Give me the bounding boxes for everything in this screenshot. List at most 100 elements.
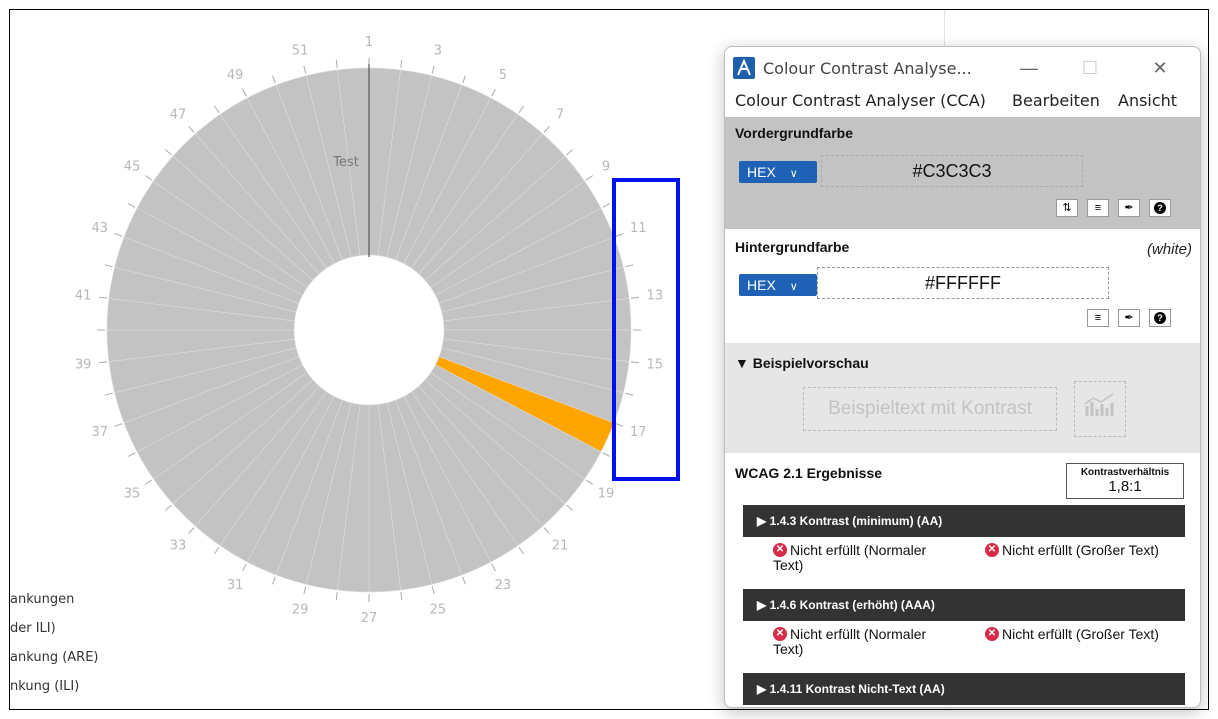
chart-tick — [543, 126, 550, 133]
legend-item[interactable]: ankung (ARE) — [10, 646, 210, 675]
chart-tick — [566, 504, 573, 511]
menu-view[interactable]: Ansicht — [1118, 91, 1177, 110]
chart-tick-label: 47 — [170, 107, 187, 122]
chart-tick — [585, 175, 594, 181]
legend-item[interactable]: ankungen — [10, 588, 210, 617]
sample-text-preview: Beispieltext mit Kontrast — [803, 387, 1057, 431]
chart-tick — [98, 361, 107, 364]
chart-tick — [188, 527, 195, 534]
chart-tick — [114, 233, 123, 237]
chart-tick — [242, 88, 247, 97]
chart-tick — [127, 203, 136, 208]
chart-tick — [98, 296, 107, 299]
menu-bar: Colour Contrast Analyser (CCA) Bearbeite… — [725, 89, 1200, 117]
ratio-label: Kontrastverhältnis — [1080, 467, 1170, 478]
chevron-down-icon: ∨ — [789, 281, 798, 293]
chart-tick — [335, 592, 338, 601]
background-hex-input[interactable]: #FFFFFF — [817, 267, 1109, 299]
fail-icon: ✕ — [985, 627, 999, 641]
chart-tick — [242, 563, 247, 572]
fail-icon: ✕ — [773, 627, 787, 641]
sliders-icon[interactable]: ≡ — [1087, 309, 1109, 327]
chart-tick-label: 35 — [124, 487, 141, 502]
foreground-hex-input[interactable]: #C3C3C3 — [821, 155, 1083, 187]
background-title: Hintergrundfarbe — [735, 239, 850, 255]
maximize-button: ☐ — [1081, 58, 1099, 78]
menu-edit[interactable]: Bearbeiten — [1012, 91, 1100, 110]
result-large-text: ✕ Nicht erfüllt (Großer Text) — [985, 543, 1195, 558]
fail-icon: ✕ — [985, 543, 999, 557]
chart-tick-label: 25 — [430, 603, 447, 618]
chart-tick-label: 21 — [552, 539, 569, 554]
chart-icon[interactable] — [1074, 381, 1126, 437]
chart-tick — [104, 264, 113, 268]
chart-tick-label: 45 — [124, 159, 141, 174]
cca-app-icon — [733, 57, 755, 79]
fail-icon: ✕ — [773, 543, 787, 557]
criterion-1-4-6[interactable]: ▶ 1.4.6 Kontrast (erhöht) (AAA) — [743, 589, 1185, 621]
chart-tick-label: 1 — [365, 35, 373, 50]
format-label: HEX — [747, 277, 776, 293]
help-icon[interactable]: ? — [1149, 309, 1171, 327]
background-format-select[interactable]: HEX ∨ — [739, 274, 817, 296]
chart-tick-label: 31 — [227, 578, 244, 593]
chart-tick-label: 23 — [495, 578, 512, 593]
results-section: WCAG 2.1 Ergebnisse Kontrastverhältnis 1… — [725, 453, 1200, 707]
foreground-section: Vordergrundfarbe HEX ∨ #C3C3C3 ⇅ ≡ ✒ ? — [725, 117, 1200, 229]
foreground-title: Vordergrundfarbe — [735, 125, 853, 141]
chart-tick — [165, 149, 172, 156]
criterion-label: 1.4.6 Kontrast (erhöht) (AAA) — [769, 598, 935, 612]
chart-tick-label: 27 — [361, 611, 378, 626]
chart-tick — [114, 423, 123, 427]
minimize-button[interactable]: — — [1009, 55, 1049, 81]
chart-tick — [303, 65, 307, 74]
chart-tick — [188, 126, 195, 133]
sliders-icon[interactable]: ≡ — [1087, 199, 1109, 217]
preview-section: ▼ Beispielvorschau Beispieltext mit Kont… — [725, 343, 1200, 453]
chart-tick — [462, 576, 466, 585]
chart-tick — [335, 59, 338, 68]
chart-tick — [602, 452, 611, 457]
close-button[interactable]: ✕ — [1140, 55, 1180, 81]
legend-item[interactable]: der ILI) — [10, 617, 210, 646]
chart-tick-label: 37 — [91, 425, 108, 440]
triangle-right-icon: ▶ — [757, 598, 767, 612]
chart-tick — [214, 546, 220, 555]
chart-tick — [144, 175, 153, 181]
chart-tick — [585, 479, 594, 485]
help-icon[interactable]: ? — [1149, 199, 1171, 217]
highlight-annotation-box — [612, 178, 680, 481]
cca-window: Colour Contrast Analyse... — ☐ ✕ Colour … — [724, 46, 1201, 708]
chart-tick — [127, 452, 136, 457]
chart-tick — [431, 65, 435, 74]
chart-tick-label: 5 — [499, 68, 507, 83]
contrast-ratio-box: Kontrastverhältnis 1,8:1 — [1066, 463, 1184, 499]
chart-tick-label: 33 — [170, 539, 187, 554]
criterion-1-4-11[interactable]: ▶ 1.4.11 Kontrast Nicht-Text (AA) — [743, 673, 1185, 705]
menu-app[interactable]: Colour Contrast Analyser (CCA) — [735, 91, 986, 110]
chart-tick — [543, 527, 550, 534]
preview-title: Beispielvorschau — [752, 355, 869, 371]
foreground-format-select[interactable]: HEX ∨ — [739, 161, 817, 183]
chart-tick — [303, 586, 307, 595]
criterion-1-4-3[interactable]: ▶ 1.4.3 Kontrast (minimum) (AA) — [743, 505, 1185, 537]
result-large-text: ✕ Nicht erfüllt (Großer Text) — [985, 627, 1195, 642]
chart-tick-label: 49 — [227, 68, 244, 83]
chart-tick — [491, 563, 496, 572]
eyedropper-icon[interactable]: ✒ — [1118, 199, 1140, 217]
chart-tick — [144, 479, 153, 485]
eyedropper-icon[interactable]: ✒ — [1118, 309, 1140, 327]
chart-tick — [272, 75, 276, 84]
chart-tick — [566, 149, 573, 156]
results-title: WCAG 2.1 Ergebnisse — [735, 465, 883, 481]
chart-tick — [400, 59, 403, 68]
legend-item[interactable]: nkung (ILI) — [10, 675, 210, 704]
preview-toggle[interactable]: ▼ Beispielvorschau — [735, 355, 869, 371]
legend: ankungen der ILI) ankung (ARE) nkung (IL… — [10, 588, 210, 704]
chart-title: Test — [332, 155, 359, 170]
chart-tick-label: 7 — [556, 107, 564, 122]
chart-tick — [602, 203, 611, 208]
swap-icon[interactable]: ⇅ — [1056, 199, 1078, 217]
chart-tick — [518, 546, 524, 555]
title-bar[interactable]: Colour Contrast Analyse... — ☐ ✕ — [725, 47, 1200, 89]
